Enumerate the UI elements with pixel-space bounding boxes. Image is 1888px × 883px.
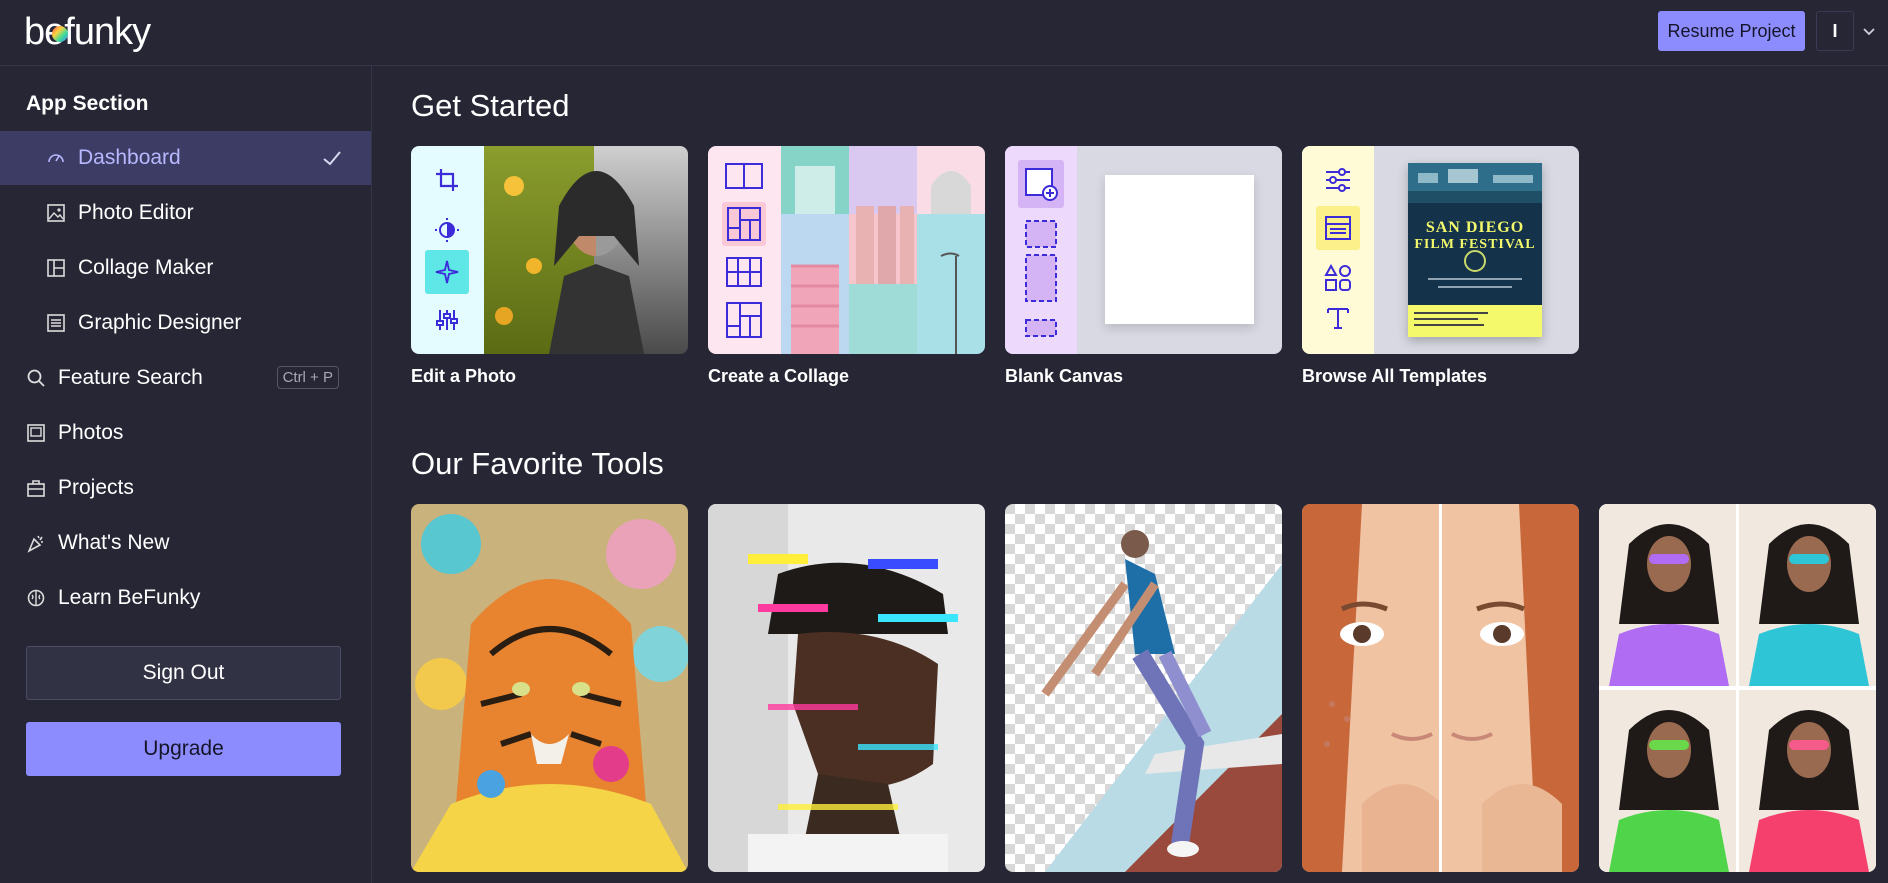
glitch-portrait-image xyxy=(708,504,985,872)
browse-templates-card[interactable]: SAN DIEGO FILM FESTIVAL xyxy=(1302,146,1579,354)
party-icon xyxy=(26,533,46,553)
shapes-icon xyxy=(1316,256,1360,300)
sidebar-item-projects[interactable]: Projects xyxy=(0,461,371,515)
glitch-effect-tool-card[interactable] xyxy=(708,504,985,872)
sidebar-item-dashboard[interactable]: Dashboard xyxy=(0,131,371,185)
sidebar-item-collage-maker[interactable]: Collage Maker xyxy=(0,241,371,295)
complex-grid-layout-icon xyxy=(722,298,766,342)
painted-tiger-image xyxy=(411,504,688,872)
sidebar: App Section Dashboard Photo Editor Colla… xyxy=(0,66,372,883)
sliders-icon xyxy=(1316,158,1360,202)
card-label: Blank Canvas xyxy=(1005,366,1124,386)
sidebar-item-label: What's New xyxy=(58,531,170,554)
sidebar-item-whats-new[interactable]: What's New xyxy=(0,516,371,570)
card-label: Edit a Photo xyxy=(411,366,516,386)
square-size-icon xyxy=(1019,212,1063,256)
keyboard-shortcut-badge: Ctrl + P xyxy=(276,366,339,389)
user-avatar-button[interactable]: I xyxy=(1816,11,1854,51)
get-started-heading: Get Started xyxy=(411,88,570,123)
skin-retouch-image xyxy=(1302,504,1579,872)
color-change-image xyxy=(1599,504,1876,872)
image-icon xyxy=(46,203,66,223)
sidebar-item-photo-editor[interactable]: Photo Editor xyxy=(0,186,371,240)
layout-strip xyxy=(708,146,781,354)
sign-out-button[interactable]: Sign Out xyxy=(26,646,341,700)
sidebar-item-feature-search[interactable]: Feature Search Ctrl + P xyxy=(0,351,371,405)
crop-icon xyxy=(425,158,469,202)
gauge-icon xyxy=(46,148,66,168)
svg-text:befunky: befunky xyxy=(24,12,151,53)
two-column-layout-icon xyxy=(722,154,766,198)
design-tools-strip xyxy=(1302,146,1374,354)
sidebar-item-label: Dashboard xyxy=(78,146,181,169)
resume-project-button[interactable]: Resume Project xyxy=(1658,11,1805,51)
befunky-logo-icon: befunky xyxy=(24,12,152,53)
main-content: Get Started Edit a Photo Create a Collag… xyxy=(372,66,1888,883)
portrait-photo xyxy=(484,146,688,354)
collage-icon xyxy=(46,258,66,278)
magic-sparkle-icon xyxy=(425,250,469,294)
sidebar-item-label: Feature Search xyxy=(58,366,203,389)
background-removal-image xyxy=(1005,504,1282,872)
adjust-sliders-icon xyxy=(425,298,469,342)
sidebar-item-learn-befunky[interactable]: Learn BeFunky xyxy=(0,571,371,625)
poster-title: SAN DIEGO xyxy=(1425,219,1525,236)
create-collage-card[interactable] xyxy=(708,146,985,354)
poster-subtitle: FILM FESTIVAL xyxy=(1414,237,1536,252)
section-title: App Section xyxy=(26,92,149,115)
tool-strip xyxy=(411,146,484,354)
text-icon xyxy=(1316,296,1360,340)
card-label: Create a Collage xyxy=(708,366,850,386)
sidebar-item-label: Photos xyxy=(58,421,124,444)
add-canvas-icon xyxy=(1018,160,1064,208)
template-layout-icon xyxy=(1316,206,1360,250)
blank-canvas-card[interactable] xyxy=(1005,146,1282,354)
painted-tiger-tool-card[interactable] xyxy=(411,504,688,872)
sidebar-item-photos[interactable]: Photos xyxy=(0,406,371,460)
blank-canvas-preview xyxy=(1105,175,1254,324)
chevron-down-icon[interactable] xyxy=(1860,22,1878,40)
canvas-size-strip xyxy=(1005,146,1077,354)
sidebar-item-label: Learn BeFunky xyxy=(58,586,201,609)
sidebar-item-graphic-designer[interactable]: Graphic Designer xyxy=(0,296,371,350)
background-remover-tool-card[interactable] xyxy=(1005,504,1282,872)
briefcase-icon xyxy=(26,478,46,498)
favorite-tools-heading: Our Favorite Tools xyxy=(411,446,664,481)
brain-icon xyxy=(26,588,46,608)
change-color-tool-card[interactable] xyxy=(1599,504,1876,872)
card-label: Browse All Templates xyxy=(1302,366,1488,386)
sidebar-item-label: Collage Maker xyxy=(78,256,214,279)
top-bar: befunky Resume Project I xyxy=(0,0,1888,66)
upgrade-button[interactable]: Upgrade xyxy=(26,722,341,776)
search-icon xyxy=(26,368,46,388)
portrait-size-icon xyxy=(1019,254,1063,302)
befunky-logo[interactable]: befunky xyxy=(24,10,156,56)
edit-photo-card[interactable] xyxy=(411,146,688,354)
checkmark-icon xyxy=(323,151,341,166)
four-grid-layout-icon xyxy=(722,250,766,294)
sidebar-item-label: Projects xyxy=(58,476,134,499)
contrast-icon xyxy=(425,208,469,252)
landscape-size-icon xyxy=(1019,306,1063,350)
sidebar-item-label: Graphic Designer xyxy=(78,311,242,334)
touch-up-tool-card[interactable] xyxy=(1302,504,1579,872)
photos-icon xyxy=(26,423,46,443)
mixed-grid-layout-icon xyxy=(722,202,766,246)
sidebar-item-label: Photo Editor xyxy=(78,201,194,224)
template-poster-preview: SAN DIEGO FILM FESTIVAL xyxy=(1408,163,1542,337)
collage-photos xyxy=(781,146,985,354)
layout-icon xyxy=(46,313,66,333)
